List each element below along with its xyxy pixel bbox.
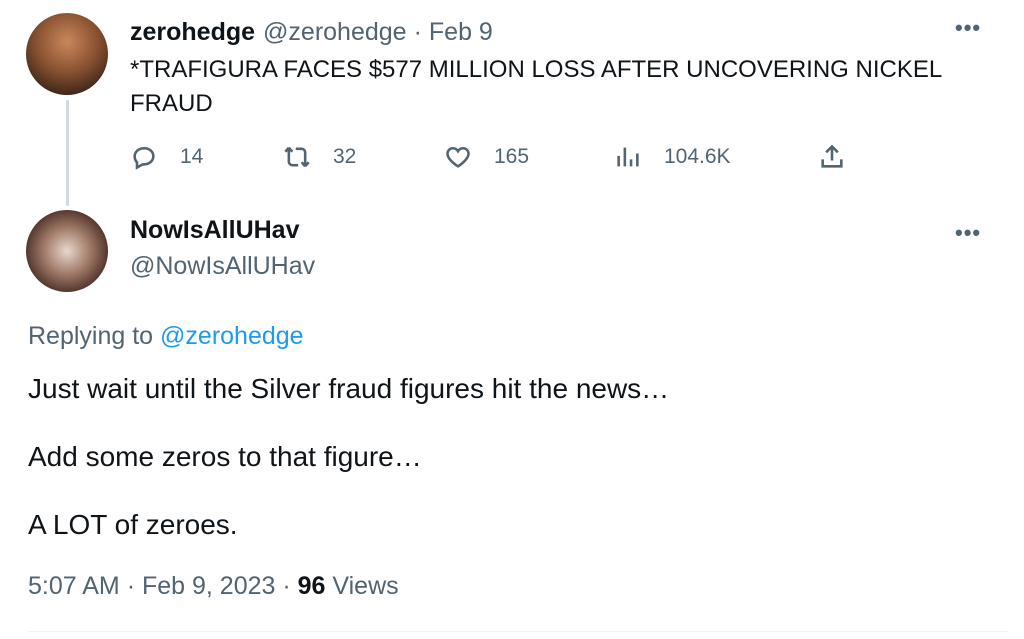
parent-date[interactable]: Feb 9: [429, 18, 493, 47]
tweet-meta: 5:07 AM · Feb 9, 2023 · 96 Views: [28, 572, 399, 601]
parent-tweet-header: zerohedge @zerohedge · Feb 9: [130, 15, 493, 49]
retweet-icon: [284, 146, 310, 168]
replying-prefix: Replying to: [28, 322, 154, 350]
thread-connector-line: [66, 100, 69, 206]
tweet-time[interactable]: 5:07 AM: [28, 572, 120, 600]
reply-display-name[interactable]: NowIsAllUHav: [130, 216, 299, 245]
views-icon: [617, 147, 639, 167]
like-icon: [446, 146, 470, 168]
reply-icon: [133, 146, 155, 170]
tweet-views-count[interactable]: 96: [298, 572, 326, 600]
parent-display-name[interactable]: zerohedge: [130, 18, 255, 47]
views-button[interactable]: 104.6K: [614, 140, 731, 174]
retweet-count: 32: [333, 145, 357, 168]
reply-text-line: Add some zeros to that figure…: [28, 441, 422, 472]
meta-separator: ·: [282, 572, 291, 600]
reply-text-line: A LOT of zeroes.: [28, 509, 238, 540]
retweet-button[interactable]: 32: [283, 140, 356, 174]
divider: [28, 631, 1008, 632]
reply-count: 14: [180, 145, 204, 168]
share-icon: [821, 144, 843, 168]
reply-text-line: Just wait until the Silver fraud figures…: [28, 373, 670, 404]
like-count: 165: [494, 145, 530, 168]
like-button[interactable]: 165: [444, 140, 529, 174]
tweet-views-label: Views: [332, 572, 399, 600]
views-count: 104.6K: [664, 145, 731, 168]
reply-button[interactable]: 14: [130, 140, 203, 174]
meta-separator: ·: [126, 572, 136, 600]
replying-to-line: Replying to @zerohedge: [28, 322, 304, 351]
more-icon[interactable]: •••: [955, 17, 981, 39]
parent-handle[interactable]: @zerohedge: [263, 18, 407, 47]
header-separator: ·: [413, 17, 422, 46]
share-button[interactable]: [818, 140, 846, 174]
replying-to-link[interactable]: @zerohedge: [160, 322, 304, 350]
reply-handle[interactable]: @NowIsAllUHav: [130, 252, 315, 281]
more-icon[interactable]: •••: [955, 222, 981, 244]
tweet-date[interactable]: Feb 9, 2023: [142, 572, 275, 600]
zerohedge-avatar[interactable]: [26, 13, 108, 95]
nowisalluhav-avatar[interactable]: [26, 210, 108, 292]
parent-tweet-text: *TRAFIGURA FACES $577 MILLION LOSS AFTER…: [130, 56, 942, 117]
